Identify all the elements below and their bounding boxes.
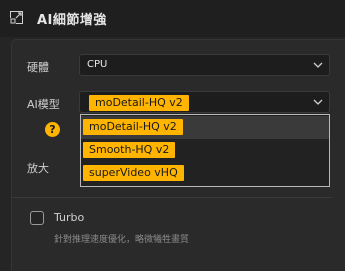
divider xyxy=(12,197,332,198)
page-title: AI細節增強 xyxy=(37,13,107,28)
dropdown-option[interactable]: Smooth-HQ v2 xyxy=(81,139,329,162)
turbo-description: 針對推理速度優化，略微犧牲畫質 xyxy=(54,235,190,245)
turbo-checkbox[interactable] xyxy=(30,211,44,225)
hardware-value: CPU xyxy=(87,59,108,70)
help-icon[interactable]: ? xyxy=(45,122,60,137)
hardware-select[interactable]: CPU xyxy=(79,54,330,76)
ai-model-dropdown: moDetail-HQ v2 Smooth-HQ v2 superVideo v… xyxy=(80,114,330,187)
ai-model-selected-tag: moDetail-HQ v2 xyxy=(89,95,189,111)
scale-label: 放大 xyxy=(27,162,49,175)
expand-arrows-icon[interactable] xyxy=(10,11,23,24)
dropdown-option[interactable]: moDetail-HQ v2 xyxy=(81,116,329,139)
option-label: superVideo vHQ xyxy=(83,165,184,181)
hardware-label: 硬體 xyxy=(27,61,49,74)
ai-model-label: AI模型 xyxy=(27,98,60,111)
ai-model-select[interactable]: moDetail-HQ v2 xyxy=(79,91,330,113)
dropdown-option[interactable]: superVideo vHQ xyxy=(81,162,329,185)
option-label: Smooth-HQ v2 xyxy=(83,142,176,158)
option-label: moDetail-HQ v2 xyxy=(83,119,183,135)
chevron-down-icon xyxy=(313,99,323,105)
panel-header: AI細節增強 xyxy=(0,0,345,37)
turbo-label[interactable]: Turbo xyxy=(54,211,84,224)
chevron-down-icon xyxy=(313,62,323,68)
